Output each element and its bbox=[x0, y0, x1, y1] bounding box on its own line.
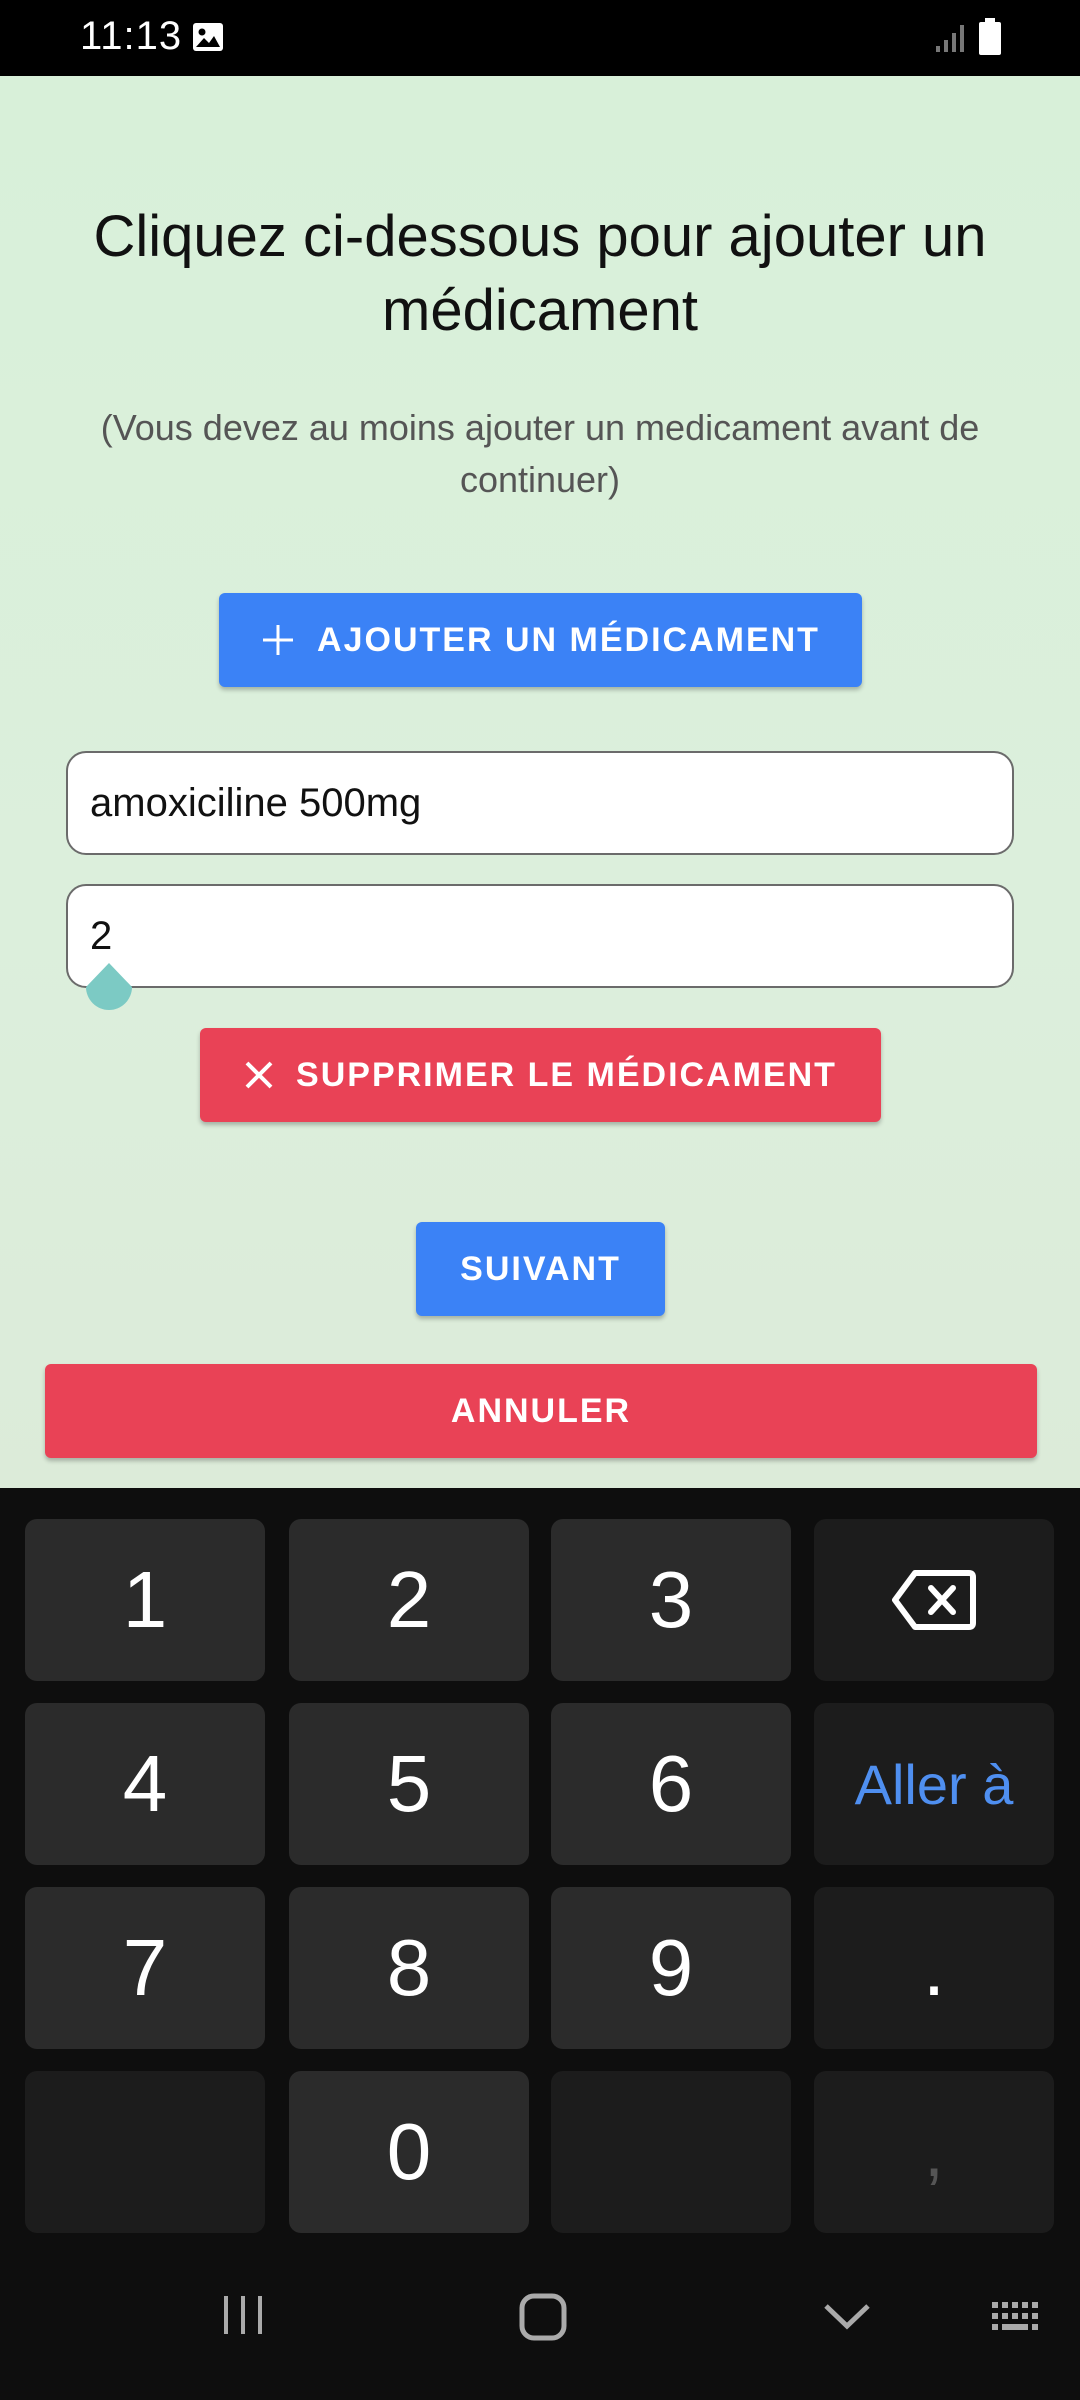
delete-medication-label: SUPPRIMER LE MÉDICAMENT bbox=[296, 1055, 837, 1094]
status-time: 11:13 bbox=[80, 14, 183, 58]
key-8[interactable]: 8 bbox=[289, 1887, 529, 2049]
key-6[interactable]: 6 bbox=[551, 1703, 791, 1865]
gallery-icon bbox=[193, 23, 223, 51]
backspace-icon bbox=[892, 1570, 976, 1630]
app-screen: Cliquez ci-dessous pour ajouter un médic… bbox=[0, 76, 1080, 1488]
page-title: Cliquez ci-dessous pour ajouter un médic… bbox=[93, 204, 987, 343]
plus-icon bbox=[263, 625, 294, 655]
backspace-key[interactable] bbox=[814, 1519, 1054, 1681]
navigation-bar bbox=[0, 2242, 1080, 2400]
cancel-label: ANNULER bbox=[450, 1391, 632, 1430]
key-1[interactable]: 1 bbox=[25, 1519, 265, 1681]
next-label: SUIVANT bbox=[460, 1249, 621, 1288]
key-9[interactable]: 9 bbox=[551, 1887, 791, 2049]
text-cursor-handle-icon[interactable] bbox=[82, 961, 136, 1021]
go-key[interactable]: Aller à bbox=[814, 1703, 1054, 1865]
key-2[interactable]: 2 bbox=[289, 1519, 529, 1681]
medication-name-value: amoxiciline 500mg bbox=[90, 780, 422, 825]
key-5[interactable]: 5 bbox=[289, 1703, 529, 1865]
home-icon[interactable] bbox=[518, 2292, 568, 2342]
dot-key[interactable]: . bbox=[814, 1887, 1054, 2049]
next-button[interactable]: SUIVANT bbox=[416, 1222, 665, 1316]
keyboard-icon[interactable] bbox=[990, 2300, 1046, 2334]
chevron-down-icon[interactable] bbox=[822, 2298, 872, 2334]
add-medication-label: AJOUTER UN MÉDICAMENT bbox=[317, 620, 820, 659]
medication-quantity-field[interactable]: 2 bbox=[66, 884, 1014, 988]
medication-name-field[interactable]: amoxiciline 500mg bbox=[66, 751, 1014, 855]
empty-key-middle bbox=[551, 2071, 791, 2233]
key-7[interactable]: 7 bbox=[25, 1887, 265, 2049]
comma-key[interactable]: , bbox=[814, 2071, 1054, 2233]
signal-icon bbox=[936, 25, 964, 52]
status-bar: 11:13 bbox=[0, 0, 1080, 76]
battery-icon bbox=[979, 18, 1001, 55]
add-medication-button[interactable]: AJOUTER UN MÉDICAMENT bbox=[219, 593, 862, 687]
page-subtitle: (Vous devez au moins ajouter un medicame… bbox=[100, 407, 980, 500]
close-icon bbox=[245, 1061, 273, 1089]
cancel-button[interactable]: ANNULER bbox=[45, 1364, 1037, 1458]
recent-apps-icon[interactable] bbox=[220, 2292, 266, 2338]
delete-medication-button[interactable]: SUPPRIMER LE MÉDICAMENT bbox=[200, 1028, 881, 1122]
key-4[interactable]: 4 bbox=[25, 1703, 265, 1865]
key-3[interactable]: 3 bbox=[551, 1519, 791, 1681]
medication-quantity-value: 2 bbox=[90, 913, 113, 958]
empty-key-left bbox=[25, 2071, 265, 2233]
numeric-keyboard: 1 2 3 4 5 6 Aller à 7 8 9 . 0 , bbox=[0, 1488, 1080, 2242]
key-0[interactable]: 0 bbox=[289, 2071, 529, 2233]
